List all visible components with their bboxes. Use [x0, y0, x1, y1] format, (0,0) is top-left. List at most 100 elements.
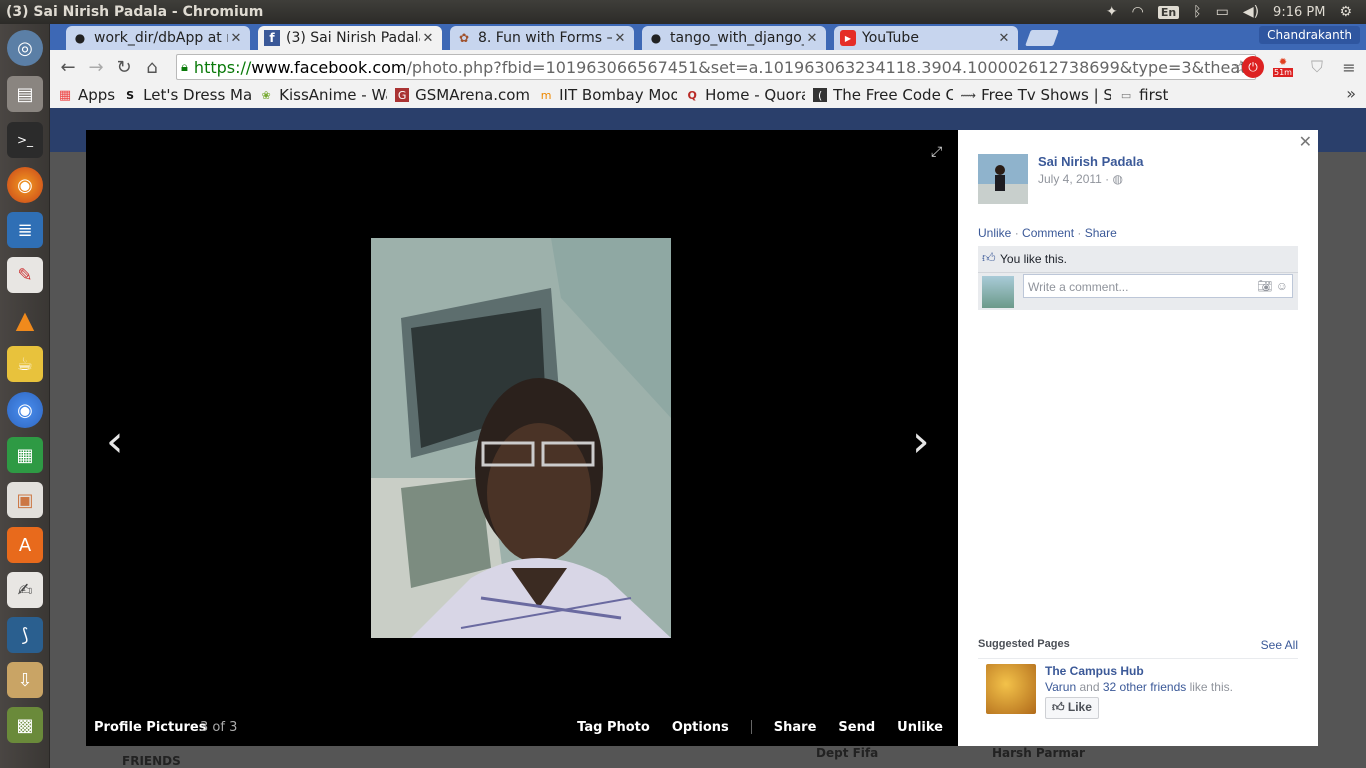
divider: [978, 658, 1298, 659]
tab-tango-with-django[interactable]: ● tango_with_django_ ✕: [642, 26, 826, 50]
firefox-icon[interactable]: ◉: [7, 167, 43, 203]
photo-theater: ‹ › ⤢ Profile Pictures 3 of 3 Tag Photo …: [86, 130, 958, 746]
bg-friends-label: FRIENDS: [122, 754, 181, 768]
close-tab-icon[interactable]: ✕: [420, 31, 436, 46]
battery-icon[interactable]: ▭: [1216, 4, 1229, 20]
fullscreen-expand-icon[interactable]: ⤢: [931, 144, 942, 160]
public-globe-icon[interactable]: ◍: [1113, 172, 1123, 186]
post-actions: Unlike · Comment · Share: [978, 226, 1117, 240]
share-button[interactable]: Share: [774, 720, 817, 735]
bookmarks-bar: ▦Apps SLet's Dress Manly ❀KissAnime - Wa…: [50, 82, 1366, 108]
clock[interactable]: 9:16 PM: [1273, 5, 1325, 20]
power-gear-icon[interactable]: ⚙: [1339, 4, 1352, 20]
photo-footer: Profile Pictures 3 of 3 Tag Photo Option…: [86, 710, 958, 746]
software-center-icon[interactable]: A: [7, 527, 43, 563]
impress-icon[interactable]: ▣: [7, 482, 43, 518]
archive-manager-icon[interactable]: ⇩: [7, 662, 43, 698]
bookmark-free-code-camp[interactable]: (The Free Code Ca: [813, 86, 953, 104]
likes-comments-box: 👍︎ You like this. Write a comment... 📷︎ …: [978, 246, 1298, 310]
bookmark-quora[interactable]: Q Home - Quora: [685, 86, 805, 104]
forward-arrow-icon[interactable]: →: [82, 57, 110, 78]
tab-strip: ● work_dir/dbApp at m ✕ f (3) Sai Nirish…: [50, 24, 1366, 50]
mysql-workbench-icon[interactable]: ⟆: [7, 617, 43, 653]
previous-photo-chevron-icon[interactable]: ‹: [106, 416, 124, 467]
document-viewer-icon[interactable]: ✎: [7, 257, 43, 293]
site-icon: S: [126, 88, 135, 102]
menu-icon[interactable]: ≡: [1338, 56, 1360, 78]
shield-icon[interactable]: ⛉: [1306, 56, 1328, 78]
bookmark-apps[interactable]: ▦ Apps: [58, 86, 115, 104]
page-thumbnail[interactable]: [986, 664, 1036, 714]
ubuntu-dash-icon[interactable]: ◎: [7, 30, 43, 66]
comment-placeholder: Write a comment...: [1028, 280, 1129, 294]
close-tab-icon[interactable]: ✕: [996, 31, 1012, 46]
see-all-link[interactable]: See All: [1261, 638, 1298, 652]
text-editor-icon[interactable]: ✍: [7, 572, 43, 608]
album-link[interactable]: Profile Pictures: [94, 720, 206, 735]
post-date-text[interactable]: July 4, 2011: [1038, 172, 1102, 186]
bookmark-kissanime[interactable]: ❀KissAnime - Watc: [259, 86, 388, 104]
author-name-link[interactable]: Sai Nirish Padala: [1038, 154, 1144, 169]
like-page-button[interactable]: 👍︎ Like: [1045, 697, 1099, 719]
files-icon[interactable]: ▤: [7, 76, 43, 112]
photo-position: 3 of 3: [200, 720, 238, 735]
profile-button[interactable]: Chandrakanth: [1259, 26, 1360, 44]
friend-link[interactable]: Varun: [1045, 680, 1076, 694]
vlc-icon[interactable]: ▲: [7, 302, 43, 338]
countdown-extension-icon[interactable]: ✹ 51m: [1272, 56, 1294, 78]
home-icon[interactable]: ⌂: [138, 57, 166, 78]
share-link[interactable]: Share: [1085, 226, 1117, 240]
divider: [978, 272, 1298, 273]
tab-youtube[interactable]: ▶ YouTube ✕: [834, 26, 1018, 50]
bookmarks-overflow-chevron-icon[interactable]: »: [1346, 84, 1356, 103]
back-arrow-icon[interactable]: ←: [54, 57, 82, 78]
page-name-link[interactable]: The Campus Hub: [1045, 664, 1144, 678]
comment-link[interactable]: Comment: [1022, 226, 1074, 240]
screenshot-icon[interactable]: ▩: [7, 707, 43, 743]
next-photo-chevron-icon[interactable]: ›: [912, 416, 930, 467]
suggested-pages: Suggested Pages See All The Campus Hub V…: [978, 638, 1298, 719]
bookmark-gsmarena[interactable]: G GSMArena.com -: [395, 86, 531, 104]
comment-input[interactable]: Write a comment... 📷︎ ☺: [1023, 274, 1293, 298]
browser-toolbar: ← → ↻ ⌂ 🔒︎ https:// www.facebook.com /ph…: [50, 52, 1366, 82]
calc-icon[interactable]: ▦: [7, 437, 43, 473]
reload-icon[interactable]: ↻: [110, 57, 138, 78]
volume-icon[interactable]: ◀): [1243, 4, 1259, 20]
keyboard-layout-indicator[interactable]: En: [1157, 5, 1180, 19]
chromium-icon[interactable]: ◉: [7, 392, 43, 428]
close-tab-icon[interactable]: ✕: [612, 31, 628, 46]
send-button[interactable]: Send: [838, 720, 875, 735]
close-icon[interactable]: ✕: [1299, 132, 1312, 152]
address-bar[interactable]: 🔒︎ https:// www.facebook.com /photo.php?…: [176, 54, 1256, 80]
writer-icon[interactable]: ≣: [7, 212, 43, 248]
camera-icon[interactable]: 📷︎: [1257, 279, 1272, 293]
other-friends-link[interactable]: 32 other friends: [1103, 680, 1186, 694]
gnome-tea-icon[interactable]: ☕: [7, 346, 43, 382]
emoji-icon[interactable]: ☺: [1276, 279, 1288, 293]
bookmark-free-tv-shows[interactable]: ⟿ Free Tv Shows | S: [961, 86, 1111, 104]
tab-fun-with-forms[interactable]: ✿ 8. Fun with Forms — ✕: [450, 26, 634, 50]
github-icon: ●: [650, 31, 662, 45]
unity-launcher: ◎ ▤ >_ ◉ ≣ ✎ ▲ ☕ ◉ ▦ ▣ A ✍ ⟆ ⇩ ▩: [0, 24, 50, 768]
bookmark-lets-dress-manly[interactable]: SLet's Dress Manly: [123, 86, 251, 104]
site-icon: (: [813, 88, 828, 102]
new-tab-button[interactable]: [1025, 30, 1059, 46]
lock-icon: 🔒︎: [181, 59, 188, 75]
author-avatar[interactable]: [978, 154, 1028, 204]
profile-photo[interactable]: [371, 238, 671, 638]
wifi-icon[interactable]: ◠: [1132, 4, 1144, 20]
tab-work-dir[interactable]: ● work_dir/dbApp at m ✕: [66, 26, 250, 50]
bookmark-folder-first[interactable]: ▭ first: [1119, 86, 1169, 104]
unlike-button[interactable]: Unlike: [897, 720, 943, 735]
options-button[interactable]: Options: [672, 720, 729, 735]
bluetooth-icon[interactable]: ᛒ: [1193, 4, 1201, 20]
tab-facebook[interactable]: f (3) Sai Nirish Padala ✕: [258, 26, 442, 50]
adblock-icon[interactable]: ⏻: [1242, 56, 1264, 78]
tag-photo-button[interactable]: Tag Photo: [577, 720, 650, 735]
bookmark-iit-bombay-moodle[interactable]: m IIT Bombay Mood: [539, 86, 677, 104]
dropbox-icon[interactable]: ✦: [1106, 4, 1118, 20]
close-tab-icon[interactable]: ✕: [804, 31, 820, 46]
close-tab-icon[interactable]: ✕: [228, 31, 244, 46]
terminal-icon[interactable]: >_: [7, 122, 43, 158]
unlike-link[interactable]: Unlike: [978, 226, 1011, 240]
